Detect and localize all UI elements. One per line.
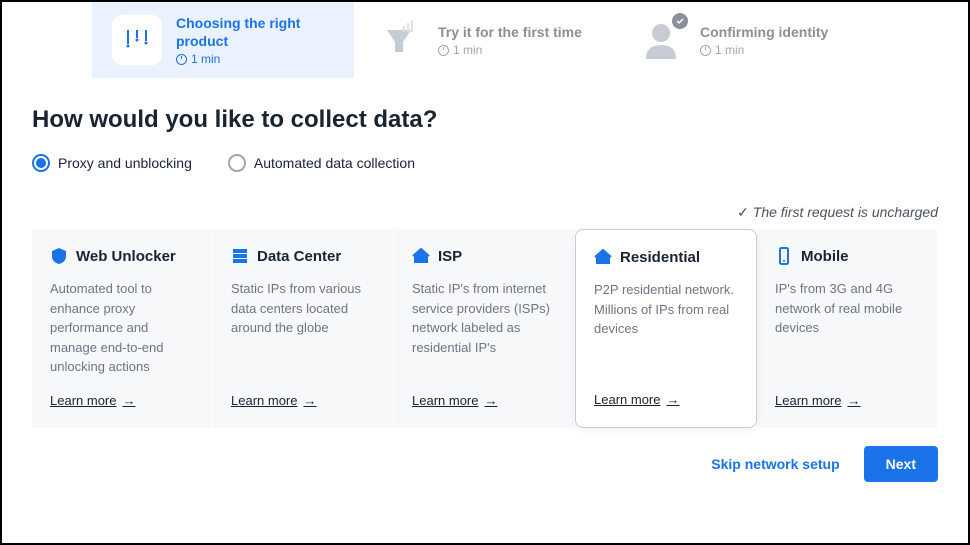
card-title: ISP [438,248,462,265]
card-desc: Automated tool to enhance proxy performa… [50,279,194,377]
step-choosing-product[interactable]: Choosing the right product 1 min [92,2,354,78]
card-title: Data Center [257,248,341,265]
learn-more-link[interactable]: Learn more [775,393,919,408]
clock-icon [438,45,449,56]
footer-actions: Skip network setup Next [2,428,968,500]
house-icon [594,248,612,266]
house-icon [412,247,430,265]
radio-circle-icon [228,154,246,172]
learn-more-link[interactable]: Learn more [50,393,194,408]
radio-label: Automated data collection [254,155,415,171]
card-title: Web Unlocker [76,248,176,265]
card-residential[interactable]: Residential P2P residential network. Mil… [575,229,757,428]
step-icon-chart [112,15,162,65]
card-desc: IP's from 3G and 4G network of real mobi… [775,279,919,377]
learn-more-link[interactable]: Learn more [412,393,556,408]
card-desc: Static IPs from various data centers loc… [231,279,375,377]
card-desc: P2P residential network. Millions of IPs… [594,280,738,376]
card-web-unlocker[interactable]: Web Unlocker Automated tool to enhance p… [32,229,213,428]
product-cards: Web Unlocker Automated tool to enhance p… [32,229,938,428]
radio-proxy-unblocking[interactable]: Proxy and unblocking [32,154,192,172]
step-title: Try it for the first time [438,23,582,41]
card-desc: Static IP's from internet service provid… [412,279,556,377]
clock-icon [700,45,711,56]
page-heading: How would you like to collect data? [32,106,938,134]
server-icon [231,247,249,265]
card-mobile[interactable]: Mobile IP's from 3G and 4G network of re… [757,229,938,428]
step-title: Confirming identity [700,23,828,41]
skip-network-setup-link[interactable]: Skip network setup [711,456,839,472]
learn-more-link[interactable]: Learn more [594,392,738,407]
card-title: Mobile [801,248,849,265]
mobile-icon [775,247,793,265]
radio-group: Proxy and unblocking Automated data coll… [32,154,938,172]
step-time: 1 min [176,52,334,66]
card-title: Residential [620,249,700,266]
step-icon-funnel [374,15,424,65]
card-data-center[interactable]: Data Center Static IPs from various data… [213,229,394,428]
uncharged-note: The first request is uncharged [32,204,938,221]
shield-icon [50,247,68,265]
next-button[interactable]: Next [864,446,938,482]
card-isp[interactable]: ISP Static IP's from internet service pr… [394,229,575,428]
step-time: 1 min [700,43,828,57]
clock-icon [176,54,187,65]
step-try-first-time[interactable]: Try it for the first time 1 min [354,2,616,78]
radio-automated-collection[interactable]: Automated data collection [228,154,415,172]
step-title: Choosing the right product [176,14,334,50]
step-icon-avatar [636,15,686,65]
radio-label: Proxy and unblocking [58,155,192,171]
main-content: How would you like to collect data? Prox… [2,78,968,428]
step-time: 1 min [438,43,582,57]
steps-bar: Choosing the right product 1 min Try it … [2,2,968,78]
learn-more-link[interactable]: Learn more [231,393,375,408]
radio-circle-icon [32,154,50,172]
step-confirming-identity[interactable]: Confirming identity 1 min [616,2,878,78]
